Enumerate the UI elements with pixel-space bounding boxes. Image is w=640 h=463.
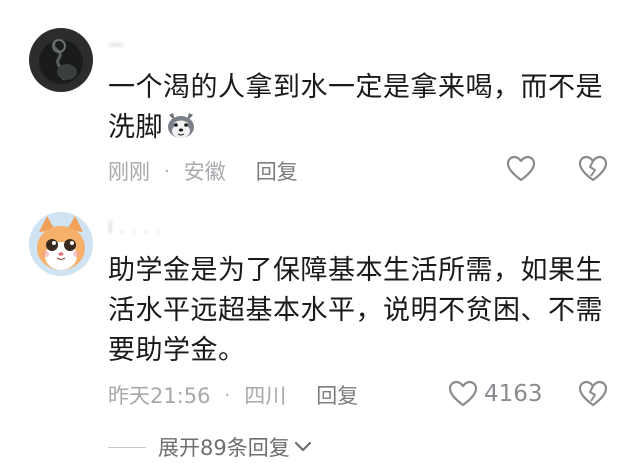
broken-heart-icon [578,380,608,407]
comment-text-line: 活水平远超基本水平，说明不贫困、不需 [108,295,603,326]
avatar-image [29,212,93,276]
avatar[interactable] [29,28,93,92]
dislike-button[interactable] [578,380,608,408]
like-button[interactable] [506,155,536,183]
comment-text-line: 助学金是为了保障基本生活所需，如果生 [108,255,603,286]
reply-button[interactable]: 回复 [316,380,358,410]
like-count: 4163 [484,381,543,407]
comment-text: 助学金是为了保障基本生活所需，如果生 活水平远超基本水平，说明不贫困、不需 要助… [108,251,608,371]
timestamp: 昨天21:56 [108,384,211,408]
location: 安徽 [183,160,226,184]
divider-line [108,446,146,448]
comment-meta: 刚刚 · 安徽 回复 [108,157,298,185]
expand-replies-button[interactable]: 展开89条回复 [108,432,312,462]
separator-dot: · [224,384,231,406]
dislike-button[interactable] [578,155,608,183]
comment-text-fragment: 洗脚 [108,112,163,143]
husky-emoji-icon [168,113,194,138]
separator-dot: · [164,160,170,182]
avatar-image [29,28,93,92]
comment-text-line: 洗脚 [108,108,608,148]
like-button[interactable]: 4163 [448,380,543,408]
username[interactable]: l . . . . [108,218,162,237]
broken-heart-icon [578,155,608,182]
location: 四川 [244,384,287,408]
comment-text: 一个渴的人拿到水一定是拿来喝，而不是 洗脚 [108,68,608,148]
comment-text-line: 要助学金。 [108,335,246,366]
heart-icon [448,380,478,407]
expand-replies-label: 展开89条回复 [158,436,290,460]
avatar[interactable] [29,212,93,276]
chevron-down-icon [294,441,311,452]
comment-meta: 昨天21:56 · 四川 回复 [108,381,358,409]
timestamp: 刚刚 [108,160,150,184]
heart-icon [506,155,536,182]
reply-button[interactable]: 回复 [256,156,298,186]
username[interactable]: 一 [108,32,125,56]
comment-text-line: 一个渴的人拿到水一定是拿来喝，而不是 [108,72,603,103]
